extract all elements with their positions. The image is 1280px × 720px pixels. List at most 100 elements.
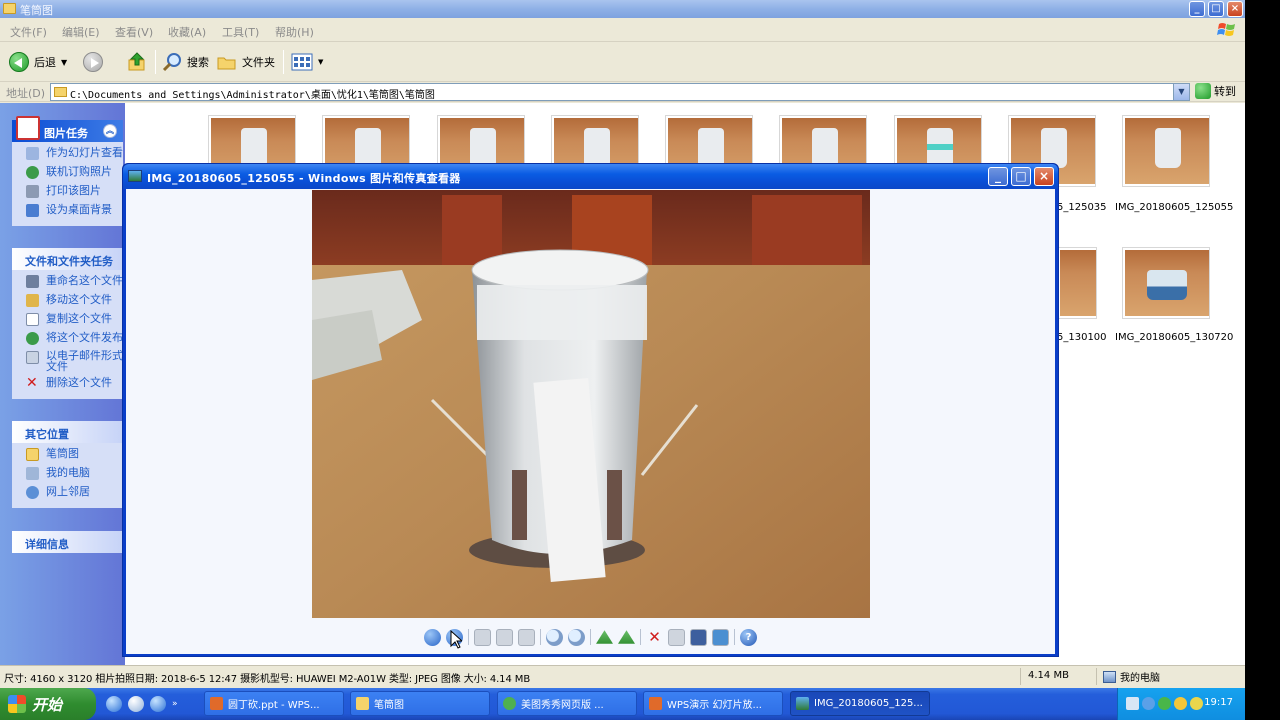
image-viewer-window[interactable]: IMG_20180605_125055 - Windows 图片和传真查看器 _…: [122, 163, 1059, 657]
task-delete[interactable]: ✕ 删除这个文件: [26, 376, 123, 395]
actual-size-icon[interactable]: [496, 628, 513, 646]
task-email[interactable]: 以电子邮件形式文件: [26, 350, 123, 376]
place-label: 网上邻居: [46, 485, 90, 498]
menubar: 文件(F) 编辑(E) 查看(V) 收藏(A) 工具(T) 帮助(H): [0, 18, 1245, 42]
folders-icon: [217, 57, 236, 70]
zoom-in-icon[interactable]: [546, 628, 563, 646]
best-fit-icon[interactable]: [474, 628, 491, 646]
explorer-title: 笔筒图: [20, 4, 53, 17]
save-icon[interactable]: [690, 628, 707, 646]
maximize-button[interactable]: □: [1208, 1, 1224, 17]
viewer-close-button[interactable]: ×: [1034, 167, 1054, 186]
back-arrow-icon: [9, 52, 29, 72]
thumbnail[interactable]: [1122, 115, 1210, 187]
task-slideshow[interactable]: 作为幻灯片查看: [26, 146, 123, 165]
security-tray-icon[interactable]: [1158, 697, 1171, 710]
other-places-panel: 其它位置 笔筒图 我的电脑 网上邻居: [12, 421, 123, 508]
picture-tasks-header[interactable]: 图片任务 ︽: [12, 116, 123, 142]
slideshow-icon[interactable]: [518, 628, 535, 646]
menu-tools[interactable]: 工具(T): [222, 24, 259, 40]
folders-button[interactable]: 文件夹: [217, 51, 275, 73]
task-label: 打印该图片: [46, 184, 101, 197]
task-rename[interactable]: 重命名这个文件: [26, 274, 123, 293]
edit-icon[interactable]: [712, 628, 729, 646]
network-tray-icon[interactable]: [1126, 697, 1139, 710]
tray-arrow-icon[interactable]: [1142, 697, 1155, 710]
taskbar-item-image-viewer[interactable]: IMG_20180605_125...: [790, 691, 930, 716]
address-label: 地址(D): [6, 87, 46, 100]
taskbar-item-browser[interactable]: 美图秀秀网页版 ...: [497, 691, 637, 716]
up-folder-button[interactable]: [127, 51, 147, 73]
details-header[interactable]: 详细信息: [12, 531, 123, 553]
taskbar-item-folder[interactable]: 笔筒图: [350, 691, 490, 716]
thumbnail[interactable]: [1057, 247, 1097, 319]
file-tasks-header[interactable]: 文件和文件夹任务: [12, 248, 123, 270]
quick-launch-more-icon[interactable]: »: [172, 696, 178, 712]
ie-icon[interactable]: [106, 696, 122, 712]
start-button[interactable]: 开始: [0, 688, 96, 720]
place-my-computer[interactable]: 我的电脑: [26, 466, 123, 485]
menu-edit[interactable]: 编辑(E): [62, 24, 100, 40]
collapse-icon[interactable]: ︽: [103, 124, 117, 138]
taskbar-item-wps-slideshow[interactable]: WPS演示 幻灯片放...: [643, 691, 783, 716]
task-label: 将这个文件发布: [46, 331, 123, 344]
notification-tray-icon[interactable]: [1190, 697, 1203, 710]
task-order-prints[interactable]: 联机订购照片: [26, 165, 123, 184]
task-label: 作为幻灯片查看: [46, 146, 123, 159]
task-copy[interactable]: 复制这个文件: [26, 312, 123, 331]
views-button[interactable]: ▼: [291, 51, 323, 73]
slideshow-icon: [26, 147, 39, 160]
go-label: 转到: [1214, 85, 1236, 98]
address-dropdown-icon[interactable]: ▼: [1173, 84, 1189, 100]
place-folder[interactable]: 笔筒图: [26, 447, 123, 466]
viewer-app-icon: [128, 170, 142, 182]
mouse-cursor-icon: [450, 630, 462, 649]
thumbnail-label: IMG_20180605_125055: [1115, 202, 1234, 213]
rotate-counterclockwise-icon[interactable]: [618, 630, 635, 644]
print-icon[interactable]: [668, 628, 685, 646]
zoom-out-icon[interactable]: [568, 628, 585, 646]
delete-icon[interactable]: ✕: [646, 628, 663, 646]
thumbnail[interactable]: [1122, 247, 1210, 319]
details-title: 详细信息: [25, 538, 69, 551]
taskbar-item-ppt[interactable]: 圆丁砍.ppt - WPS...: [204, 691, 344, 716]
quick-launch: »: [106, 696, 178, 712]
delete-x-icon: ✕: [26, 376, 38, 391]
viewer-maximize-button[interactable]: □: [1011, 167, 1031, 186]
my-computer-icon: [1103, 670, 1116, 683]
close-button[interactable]: ×: [1227, 1, 1243, 17]
picture-tasks-title: 图片任务: [44, 127, 88, 140]
menu-help[interactable]: 帮助(H): [275, 24, 314, 40]
views-dropdown-icon: ▼: [318, 58, 324, 66]
task-label: 重命名这个文件: [46, 274, 123, 287]
minimize-button[interactable]: _: [1189, 1, 1205, 17]
rotate-clockwise-icon[interactable]: [596, 630, 613, 644]
menu-favorites[interactable]: 收藏(A): [168, 24, 206, 40]
menu-file[interactable]: 文件(F): [10, 24, 47, 40]
explorer-titlebar[interactable]: 笔筒图 _ □ ×: [0, 0, 1245, 18]
menu-view[interactable]: 查看(V): [115, 24, 153, 40]
up-folder-icon: [128, 52, 145, 71]
task-publish[interactable]: 将这个文件发布: [26, 331, 123, 350]
other-places-header[interactable]: 其它位置: [12, 421, 123, 443]
media-player-icon[interactable]: [150, 696, 166, 712]
viewer-minimize-button[interactable]: _: [988, 167, 1008, 186]
show-desktop-icon[interactable]: [128, 696, 144, 712]
task-move[interactable]: 移动这个文件: [26, 293, 123, 312]
taskbar-item-label: 美图秀秀网页版 ...: [521, 700, 604, 711]
previous-image-icon[interactable]: [424, 628, 441, 646]
volume-tray-icon[interactable]: [1174, 697, 1187, 710]
address-input[interactable]: C:\Documents and Settings\Administrator\…: [50, 83, 1190, 101]
task-print[interactable]: 打印该图片: [26, 184, 123, 203]
forward-button[interactable]: [83, 51, 103, 73]
viewer-titlebar[interactable]: IMG_20180605_125055 - Windows 图片和传真查看器 _…: [123, 164, 1058, 189]
help-icon[interactable]: ?: [740, 628, 757, 646]
search-button[interactable]: 搜索: [162, 51, 209, 73]
back-button[interactable]: 后退 ▼: [9, 51, 67, 73]
place-network[interactable]: 网上邻居: [26, 485, 123, 504]
task-set-background[interactable]: 设为桌面背景: [26, 203, 123, 222]
browser-icon: [503, 697, 516, 710]
desktop-icon: [26, 204, 39, 217]
go-button[interactable]: 转到: [1195, 83, 1236, 99]
dropdown-arrow-icon: ▼: [61, 57, 68, 67]
